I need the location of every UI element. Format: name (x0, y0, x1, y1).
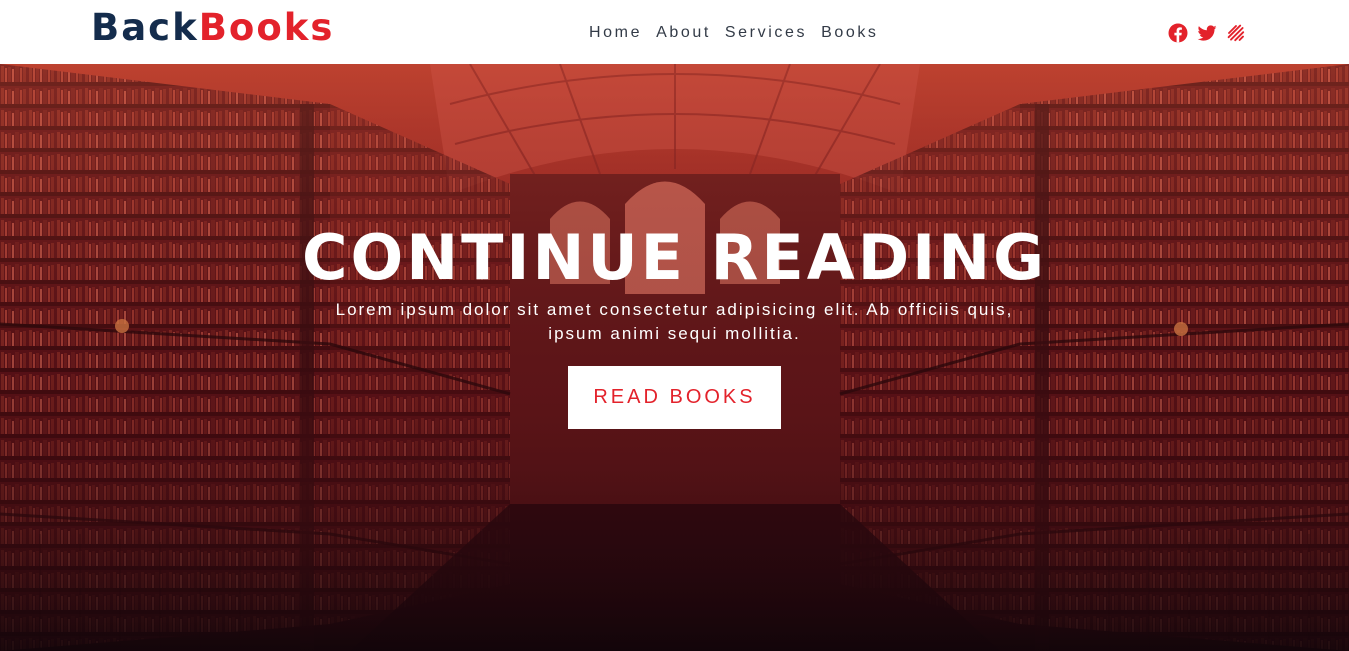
nav-link-home[interactable]: Home (589, 22, 642, 44)
brand-stripes-icon[interactable] (1226, 23, 1246, 43)
brand-logo[interactable]: BackBooks (91, 4, 334, 52)
main-nav: Home About Services Books (589, 22, 879, 44)
twitter-icon[interactable] (1197, 23, 1217, 43)
library-background-image (0, 64, 1349, 651)
hero-section: CONTINUE READING Lorem ipsum dolor sit a… (0, 64, 1349, 651)
nav-link-books[interactable]: Books (821, 22, 878, 44)
hero-title: CONTINUE READING (301, 221, 1047, 294)
brand-name-part2: Books (198, 6, 335, 49)
nav-link-services[interactable]: Services (725, 22, 807, 44)
read-books-button[interactable]: READ BOOKS (568, 366, 781, 429)
facebook-icon[interactable] (1168, 23, 1188, 43)
hero-description: Lorem ipsum dolor sit amet consectetur a… (335, 300, 1014, 343)
social-links (1168, 22, 1246, 44)
brand-name-part1: Back (91, 6, 199, 49)
nav-link-about[interactable]: About (656, 22, 711, 44)
site-header: BackBooks Home About Services Books (0, 0, 1349, 64)
